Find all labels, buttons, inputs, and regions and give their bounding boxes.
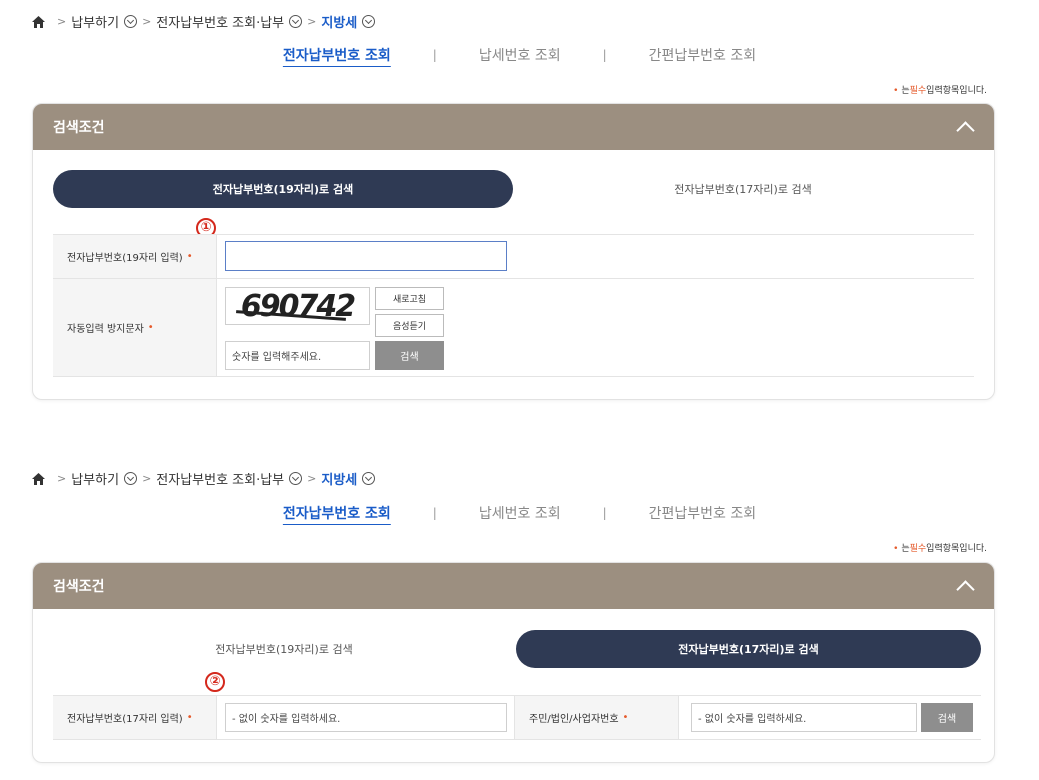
row-label: 전자납부번호(19자리 입력) • <box>53 235 217 278</box>
segment-17-digit[interactable]: 전자납부번호(17자리)로 검색 <box>513 170 973 208</box>
tab-divider: | <box>602 506 607 520</box>
chevron-down-icon[interactable] <box>124 472 138 485</box>
required-word: 필수 <box>909 544 927 554</box>
breadcrumb-current[interactable]: 지방세 <box>321 469 357 488</box>
breadcrumb-item[interactable]: 전자납부번호 조회·납부 <box>156 12 284 31</box>
tab-bar: 전자납부번호 조회 | 납세번호 조회 | 간편납부번호 조회 <box>0 503 1039 523</box>
breadcrumb-current[interactable]: 지방세 <box>321 12 357 31</box>
payment-number-17-input[interactable]: - 없이 숫자를 입력하세요. <box>225 703 507 732</box>
label-text: 주민/법인/사업자번호 <box>529 714 619 725</box>
panel-title: 검색조건 <box>53 120 105 136</box>
captcha-image: 690742 <box>225 287 370 325</box>
required-note: • 는필수입력항목입니다. <box>893 541 987 554</box>
payment-number-input[interactable] <box>225 241 507 271</box>
tab-divider: | <box>432 48 437 62</box>
audio-button[interactable]: 음성듣기 <box>375 314 444 337</box>
breadcrumb: > 납부하기 > 전자납부번호 조회·납부 > 지방세 <box>32 12 376 31</box>
tab-divider: | <box>602 48 607 62</box>
home-icon[interactable] <box>32 15 45 28</box>
marker-label: ② <box>205 672 225 692</box>
search-button[interactable]: 검색 <box>375 341 444 370</box>
tab-simple-number[interactable]: 간편납부번호 조회 <box>643 45 763 65</box>
chevron-down-icon[interactable] <box>289 15 303 28</box>
required-prefix: 는 <box>901 86 910 96</box>
chevron-down-icon[interactable] <box>124 15 138 28</box>
required-star: • <box>622 712 629 723</box>
captcha-input[interactable]: 숫자를 입력해주세요. <box>225 341 370 370</box>
required-note: • 는필수입력항목입니다. <box>893 83 987 96</box>
breadcrumb-item[interactable]: 납부하기 <box>71 12 119 31</box>
required-suffix: 입력항목입니다. <box>926 86 987 96</box>
chevron-right-icon: > <box>57 15 67 28</box>
tab-tax-number[interactable]: 납세번호 조회 <box>473 503 567 523</box>
collapse-icon[interactable] <box>956 577 974 595</box>
required-star: • <box>186 712 193 723</box>
chevron-right-icon: > <box>142 472 152 485</box>
breadcrumb: > 납부하기 > 전자납부번호 조회·납부 > 지방세 <box>32 469 376 488</box>
required-dot: • <box>893 544 899 554</box>
required-star: • <box>186 251 193 262</box>
breadcrumb-item[interactable]: 전자납부번호 조회·납부 <box>156 469 284 488</box>
required-dot: • <box>893 86 899 96</box>
panel-title: 검색조건 <box>53 579 105 595</box>
chevron-right-icon: > <box>307 15 317 28</box>
breadcrumb-item[interactable]: 납부하기 <box>71 469 119 488</box>
chevron-down-icon[interactable] <box>362 15 376 28</box>
tab-electronic-number[interactable]: 전자납부번호 조회 <box>277 45 397 65</box>
marker-2: ② <box>205 670 225 692</box>
search-panel-19: 검색조건 전자납부번호(19자리)로 검색 전자납부번호(17자리)로 검색 ①… <box>32 103 995 400</box>
chevron-right-icon: > <box>57 472 67 485</box>
label-text: 전자납부번호(17자리 입력) <box>67 714 183 725</box>
row-label: 주민/법인/사업자번호 • <box>515 696 679 739</box>
tab-divider: | <box>432 506 437 520</box>
panel-header: 검색조건 <box>33 104 994 150</box>
search-panel-17: 검색조건 전자납부번호(19자리)로 검색 전자납부번호(17자리)로 검색 ②… <box>32 562 995 763</box>
required-suffix: 입력항목입니다. <box>926 544 987 554</box>
segment-19-digit[interactable]: 전자납부번호(19자리)로 검색 <box>53 630 515 668</box>
refresh-button[interactable]: 새로고침 <box>375 287 444 310</box>
chevron-right-icon: > <box>307 472 317 485</box>
row-label: 자동입력 방지문자 • <box>53 279 217 376</box>
chevron-down-icon[interactable] <box>289 472 303 485</box>
id-number-input[interactable]: - 없이 숫자를 입력하세요. <box>691 703 917 732</box>
segment-19-digit[interactable]: 전자납부번호(19자리)로 검색 <box>53 170 513 208</box>
tab-electronic-number[interactable]: 전자납부번호 조회 <box>277 503 397 523</box>
label-text: 자동입력 방지문자 <box>67 324 144 335</box>
required-star: • <box>147 322 154 333</box>
home-icon[interactable] <box>32 472 45 485</box>
collapse-icon[interactable] <box>956 118 974 136</box>
row-captcha: 자동입력 방지문자 • <box>53 278 974 377</box>
chevron-right-icon: > <box>142 15 152 28</box>
row-label: 전자납부번호(17자리 입력) • <box>53 696 217 739</box>
chevron-down-icon[interactable] <box>362 472 376 485</box>
segment-17-digit[interactable]: 전자납부번호(17자리)로 검색 <box>516 630 981 668</box>
label-text: 전자납부번호(19자리 입력) <box>67 253 183 264</box>
panel-header: 검색조건 <box>33 563 994 609</box>
row-payment-number: 전자납부번호(19자리 입력) • <box>53 234 974 278</box>
tab-bar: 전자납부번호 조회 | 납세번호 조회 | 간편납부번호 조회 <box>0 45 1039 65</box>
search-button[interactable]: 검색 <box>921 703 973 732</box>
required-prefix: 는 <box>901 544 910 554</box>
tab-tax-number[interactable]: 납세번호 조회 <box>473 45 567 65</box>
required-word: 필수 <box>909 86 927 96</box>
tab-simple-number[interactable]: 간편납부번호 조회 <box>643 503 763 523</box>
